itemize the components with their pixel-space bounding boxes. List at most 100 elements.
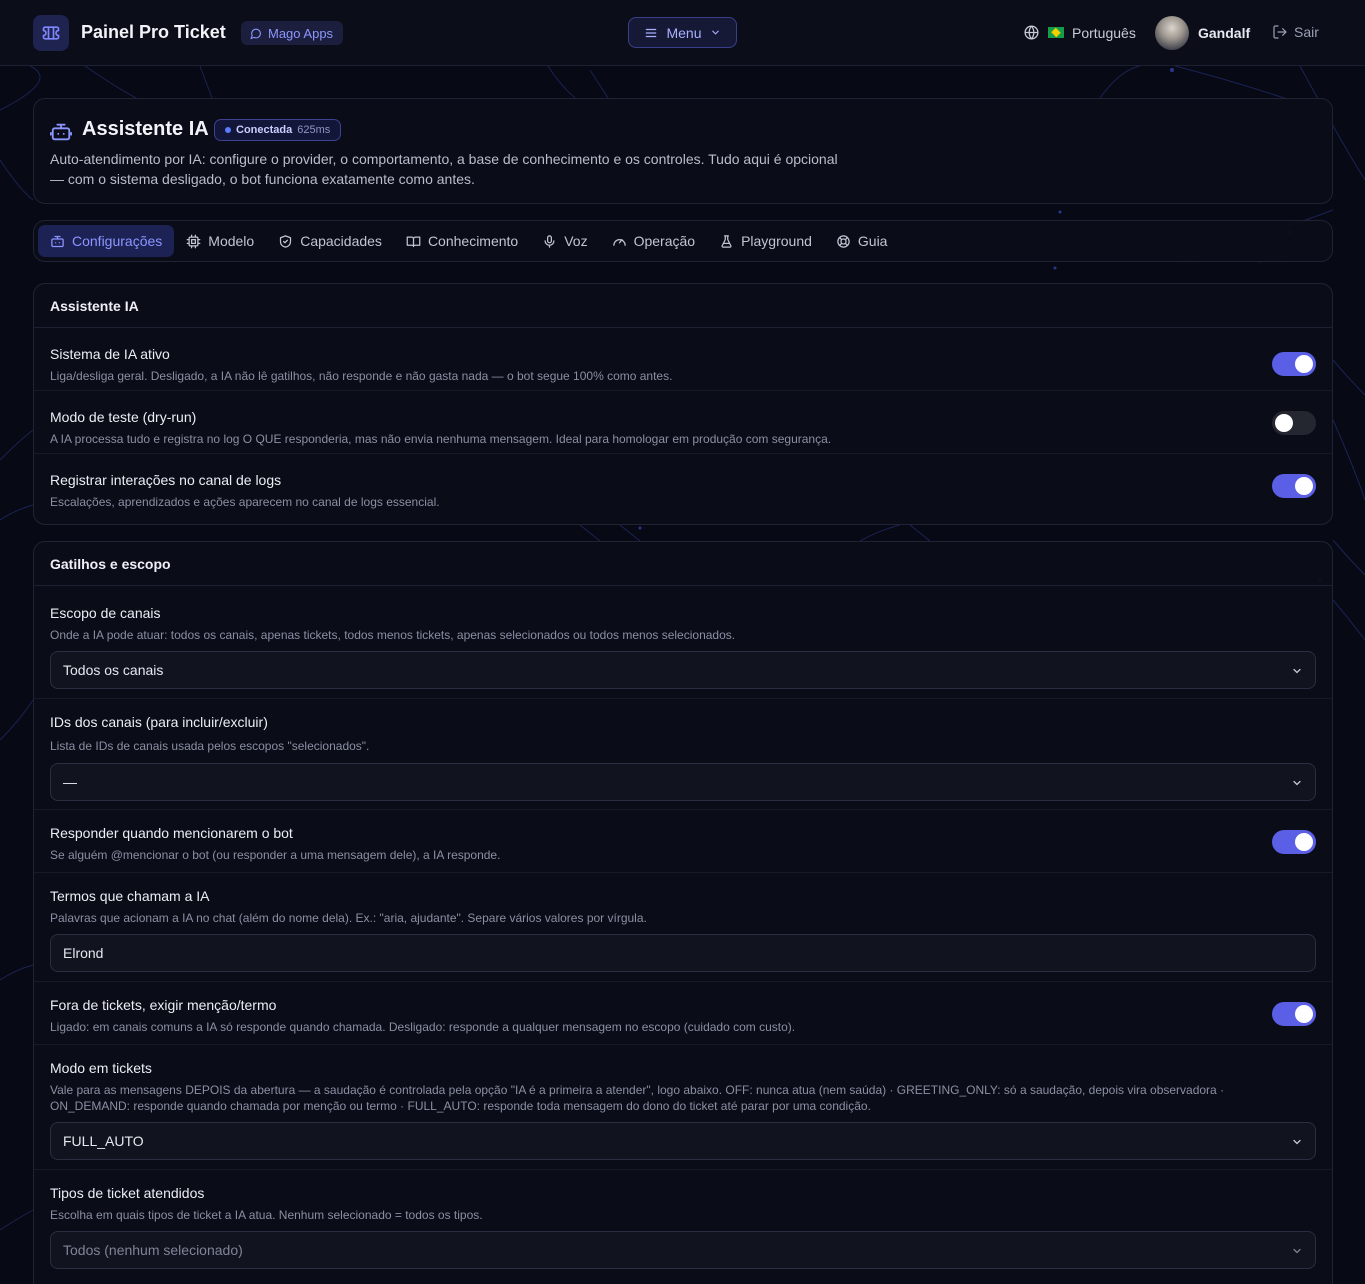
setting-row-dry-run: Modo de teste (dry-run) A IA processa tu… — [34, 391, 1332, 454]
setting-title: Modo de teste (dry-run) — [50, 409, 197, 425]
status-label: Conectada — [236, 124, 293, 136]
tab-label: Operação — [633, 233, 696, 249]
status-dot — [225, 127, 231, 133]
menu-button[interactable]: Menu — [628, 17, 737, 48]
select-value: — — [63, 774, 77, 790]
setting-row-ai-active: Sistema de IA ativo Liga/desliga geral. … — [34, 328, 1332, 391]
chevron-down-icon — [1293, 1139, 1301, 1145]
tab-playground[interactable]: Playground — [707, 225, 824, 257]
tab-label: Guia — [857, 233, 888, 249]
tab-conhecimento[interactable]: Conhecimento — [394, 225, 530, 257]
section-title: Gatilhos e escopo — [34, 542, 1332, 586]
ticket-types-select[interactable]: Todos (nenhum selecionado) — [50, 1231, 1316, 1269]
select-value: FULL_AUTO — [63, 1133, 144, 1149]
ticket-mode-select[interactable]: FULL_AUTO — [50, 1122, 1316, 1160]
setting-description: Se alguém @mencionar o bot (ou responder… — [50, 848, 501, 862]
setting-title: Escopo de canais — [50, 605, 161, 621]
language-selector[interactable]: Português — [1023, 24, 1136, 41]
setting-row-ticket-mode: Modo em tickets Vale para as mensagens D… — [34, 1045, 1332, 1170]
setting-title: Registrar interações no canal de logs — [50, 472, 282, 488]
page-description: Auto-atendimento por IA: configure o pro… — [50, 151, 838, 187]
setting-description: Escolha em quais tipos de ticket a IA at… — [50, 1208, 483, 1222]
tab-label: Conhecimento — [427, 233, 519, 249]
chat-bubble-icon — [250, 28, 261, 39]
tab-label: Capacidades — [300, 233, 382, 249]
latency-label: 625ms — [297, 124, 331, 136]
input-value: Elrond — [63, 945, 104, 961]
tab-voz[interactable]: Voz — [530, 225, 599, 257]
user-avatar[interactable] — [1155, 16, 1189, 50]
hamburger-icon — [646, 28, 657, 37]
lifebuoy-icon — [837, 234, 850, 248]
assistant-settings-section: Assistente IA Sistema de IA ativo Liga/d… — [33, 283, 1333, 525]
setting-row-outside-tickets: Fora de tickets, exigir menção/termo Lig… — [34, 982, 1332, 1045]
setting-description: Palavras que acionam a IA no chat (além … — [50, 911, 647, 925]
chevron-down-icon — [1293, 668, 1301, 674]
logout-label: Sair — [1294, 24, 1319, 40]
channel-scope-select[interactable]: Todos os canais — [50, 651, 1316, 689]
logout-icon — [1273, 25, 1287, 39]
tab-configuracoes[interactable]: Configurações — [38, 225, 175, 257]
ai-active-toggle[interactable] — [1272, 352, 1316, 376]
setting-title: Responder quando mencionarem o bot — [50, 825, 293, 841]
chevron-down-icon — [711, 30, 719, 35]
gauge-icon — [612, 238, 626, 246]
setting-title: Modo em tickets — [50, 1060, 152, 1076]
chevron-down-icon — [1293, 1248, 1301, 1254]
triggers-scope-section: Gatilhos e escopo Escopo de canais Onde … — [33, 541, 1333, 1284]
setting-description: Onde a IA pode atuar: todos os canais, a… — [50, 628, 736, 642]
brazil-flag-icon — [1048, 27, 1064, 38]
setting-description: Ligado: em canais comuns a IA só respond… — [50, 1020, 796, 1034]
dry-run-toggle[interactable] — [1272, 411, 1316, 435]
microphone-icon — [544, 234, 555, 248]
tab-modelo[interactable]: Modelo — [174, 225, 266, 257]
tab-capacidades[interactable]: Capacidades — [266, 225, 394, 257]
globe-icon — [1024, 25, 1039, 40]
user-name[interactable]: Gandalf — [1198, 25, 1250, 41]
book-icon — [406, 236, 421, 247]
setting-row-trigger-terms: Termos que chamam a IA Palavras que acio… — [34, 873, 1332, 982]
ticket-icon[interactable] — [33, 15, 69, 51]
setting-title: Sistema de IA ativo — [50, 346, 170, 362]
setting-description: Escalações, aprendizados e ações aparece… — [50, 495, 440, 509]
trigger-terms-input[interactable]: Elrond — [50, 934, 1316, 972]
setting-description: Vale para as mensagens DEPOIS da abertur… — [50, 1083, 1225, 1113]
setting-row-mention: Responder quando mencionarem o bot Se al… — [34, 810, 1332, 873]
assistant-header-card: Assistente IA Conectada 625ms Auto-atend… — [33, 98, 1333, 204]
setting-title: Tipos de ticket atendidos — [50, 1185, 205, 1201]
logout-button[interactable]: Sair — [1272, 24, 1319, 40]
setting-row-ticket-types: Tipos de ticket atendidos Escolha em qua… — [34, 1170, 1332, 1284]
tab-operacao[interactable]: Operação — [600, 225, 707, 257]
tab-label: Modelo — [208, 233, 255, 249]
outside-tickets-toggle[interactable] — [1272, 1002, 1316, 1026]
tab-bar: Configurações Modelo Capacidades Conheci… — [33, 220, 1333, 262]
log-interactions-toggle[interactable] — [1272, 474, 1316, 498]
setting-description: Liga/desliga geral. Desligado, a IA não … — [50, 369, 673, 383]
top-navigation-bar: Painel Pro Ticket Mago Apps Menu Portugu… — [0, 0, 1365, 66]
tab-label: Playground — [741, 233, 812, 249]
chevron-down-icon — [1293, 780, 1301, 786]
channel-ids-select[interactable]: — — [50, 763, 1316, 801]
mago-apps-badge[interactable]: Mago Apps — [241, 21, 344, 45]
cpu-icon — [186, 234, 201, 248]
robot-icon — [51, 235, 64, 247]
setting-title: Termos que chamam a IA — [50, 888, 210, 904]
language-label: Português — [1072, 24, 1136, 41]
tab-label: Voz — [564, 233, 588, 249]
tab-guia[interactable]: Guia — [824, 225, 900, 257]
robot-icon — [50, 121, 72, 148]
connection-status-badge: Conectada 625ms — [214, 119, 342, 141]
section-title: Assistente IA — [34, 284, 1332, 328]
setting-title: IDs dos canais (para incluir/excluir) — [50, 714, 268, 730]
app-title[interactable]: Painel Pro Ticket — [81, 22, 226, 43]
setting-row-channel-ids: IDs dos canais (para incluir/excluir) Li… — [34, 699, 1332, 810]
flask-icon — [721, 234, 732, 248]
setting-title: Fora de tickets, exigir menção/termo — [50, 997, 277, 1013]
setting-row-channel-scope: Escopo de canais Onde a IA pode atuar: t… — [34, 586, 1332, 699]
setting-description: A IA processa tudo e registra no log O Q… — [50, 432, 832, 446]
select-value: Todos (nenhum selecionado) — [63, 1242, 243, 1258]
setting-row-log-interactions: Registrar interações no canal de logs Es… — [34, 454, 1332, 520]
page-title: Assistente IA — [82, 118, 209, 140]
select-value: Todos os canais — [63, 662, 164, 678]
mention-toggle[interactable] — [1272, 830, 1316, 854]
